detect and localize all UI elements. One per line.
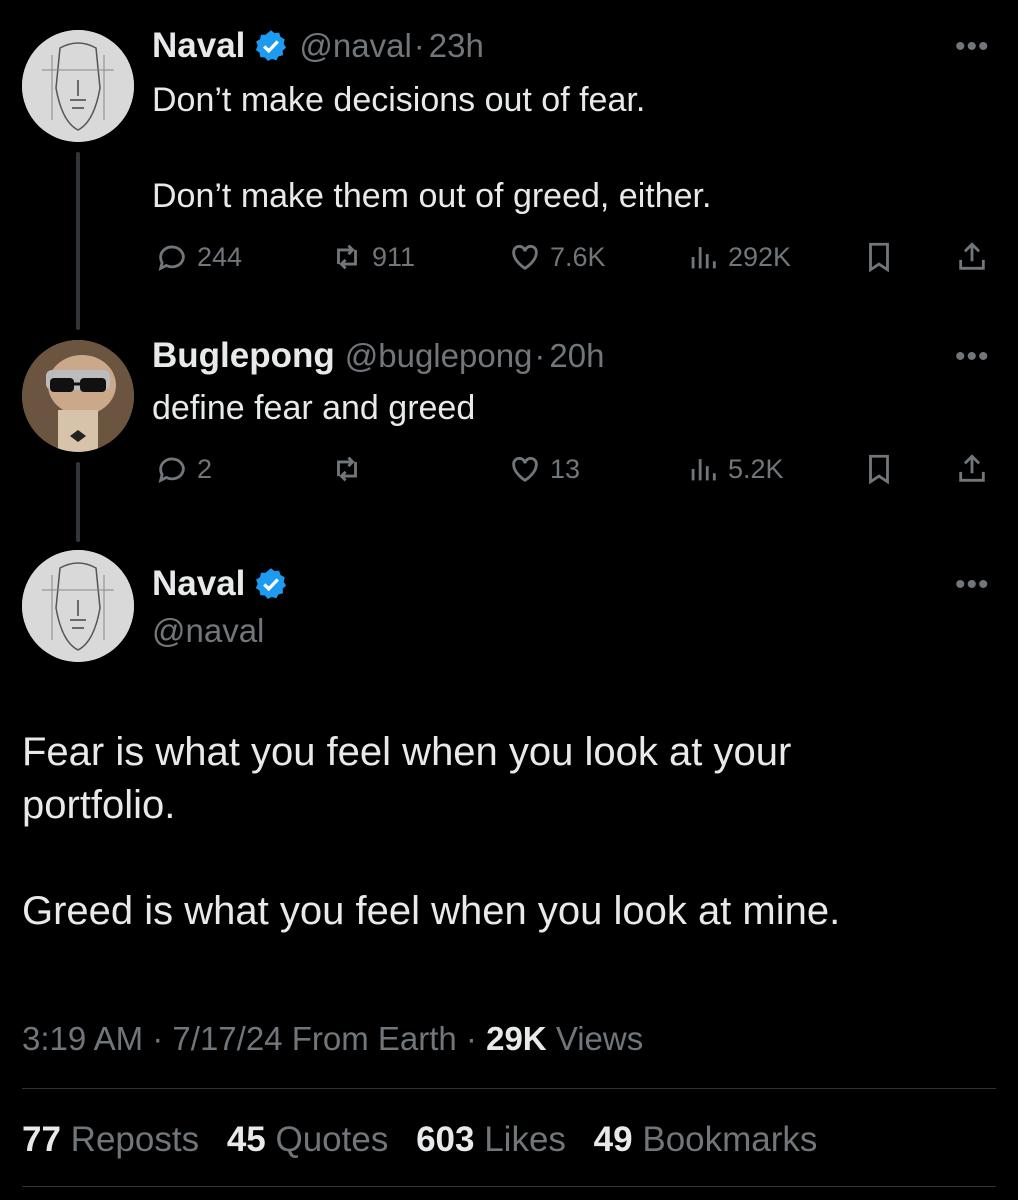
tweet1-time[interactable]: 23h: [429, 27, 484, 65]
bookmark-icon: [869, 242, 889, 273]
quotes-label: Quotes: [275, 1120, 389, 1159]
reply-count-2: 2: [197, 453, 213, 484]
repost-count: 911: [372, 241, 416, 272]
main-handle[interactable]: @naval: [152, 612, 264, 650]
divider-top: [22, 1088, 996, 1089]
avatar-naval[interactable]: [22, 30, 134, 142]
like-icon: [512, 456, 538, 483]
tweet2-more-icon[interactable]: •••: [955, 340, 990, 374]
like-count-2: 13: [550, 453, 581, 484]
divider-bottom: [22, 1186, 996, 1187]
views-button-2[interactable]: 5.2K: [686, 452, 784, 486]
main-date[interactable]: 7/17/24: [172, 1020, 282, 1057]
share-button-2[interactable]: [955, 452, 989, 486]
reply-icon: [158, 245, 185, 271]
avatar-buglepong[interactable]: [22, 340, 134, 452]
views-button[interactable]: 292K: [686, 240, 791, 274]
likes-count: 603: [416, 1120, 475, 1159]
main-meta: 3:19 AM · 7/17/24 From Earth · 29K Views: [22, 1020, 643, 1058]
reply-button-2[interactable]: 2: [155, 452, 212, 486]
bookmark-button-2[interactable]: [862, 452, 896, 486]
verified-badge-icon: [256, 568, 287, 599]
thread-line: [76, 152, 80, 330]
repost-icon: [337, 244, 357, 270]
bookmarks-count: 49: [593, 1120, 633, 1159]
views-count: 292K: [728, 241, 792, 272]
main-source: From Earth: [291, 1020, 457, 1057]
share-icon: [959, 242, 985, 270]
tweet2-handle[interactable]: @buglepong: [345, 337, 533, 375]
reposts-count: 77: [22, 1120, 61, 1159]
main-tweet-text: Fear is what you feel when you look at y…: [22, 730, 841, 933]
main-header-name: Naval: [152, 564, 289, 604]
meta-separator-2: ·: [465, 1020, 477, 1057]
likes-stat[interactable]: 603 Likes: [416, 1120, 566, 1159]
tweet2-text: define fear and greed: [152, 389, 476, 427]
bookmarks-label: Bookmarks: [642, 1120, 818, 1159]
likes-label: Likes: [484, 1120, 566, 1159]
views-icon: [691, 247, 716, 269]
share-icon: [959, 454, 985, 482]
reply-icon: [158, 457, 185, 483]
engagement-stats: 77 Reposts 45 Quotes 603 Likes 49 Bookma…: [22, 1120, 835, 1160]
like-count: 7.6K: [550, 241, 606, 272]
tweet1-text: Don’t make decisions out of fear. Don’t …: [152, 81, 712, 215]
avatar-naval-main[interactable]: [22, 550, 134, 662]
thread-line-2: [76, 462, 80, 542]
repost-button-2[interactable]: [330, 452, 372, 486]
tweet2-separator: ·: [534, 337, 546, 374]
quotes-count: 45: [226, 1120, 266, 1159]
main-time[interactable]: 3:19 AM: [22, 1020, 143, 1057]
main-views-count: 29K: [486, 1020, 547, 1057]
verified-badge-icon: [256, 30, 287, 62]
bookmarks-stat[interactable]: 49 Bookmarks: [594, 1120, 818, 1159]
tweet1-author-name[interactable]: Naval: [152, 26, 245, 66]
tweet1-separator: ·: [413, 27, 425, 64]
reposts-stat[interactable]: 77 Reposts: [22, 1120, 199, 1159]
quotes-stat[interactable]: 45 Quotes: [227, 1120, 389, 1159]
like-button-2[interactable]: 13: [508, 452, 580, 486]
repost-button[interactable]: 911: [330, 240, 415, 274]
tweet2-time[interactable]: 20h: [549, 337, 604, 375]
like-button[interactable]: 7.6K: [508, 240, 606, 274]
meta-separator: ·: [152, 1020, 164, 1057]
bookmark-button[interactable]: [862, 240, 896, 274]
tweet1-handle[interactable]: @naval: [299, 27, 411, 65]
main-more-icon[interactable]: •••: [955, 568, 990, 602]
main-author-name[interactable]: Naval: [152, 564, 245, 604]
tweet1-header: Naval @naval · 23h: [152, 26, 484, 66]
share-button[interactable]: [955, 240, 989, 274]
views-icon: [691, 459, 716, 481]
tweet1-more-icon[interactable]: •••: [955, 30, 990, 64]
views-count-2: 5.2K: [728, 453, 784, 484]
main-views-label: Views: [555, 1020, 644, 1057]
bookmark-icon: [869, 454, 889, 485]
reply-button[interactable]: 244: [155, 240, 242, 274]
tweet2-author-name[interactable]: Buglepong: [152, 336, 335, 376]
repost-icon: [337, 456, 357, 482]
tweet2-header: Buglepong @buglepong · 20h: [152, 336, 604, 376]
reply-count: 244: [197, 241, 243, 272]
reposts-label: Reposts: [70, 1120, 200, 1159]
like-icon: [512, 244, 538, 271]
